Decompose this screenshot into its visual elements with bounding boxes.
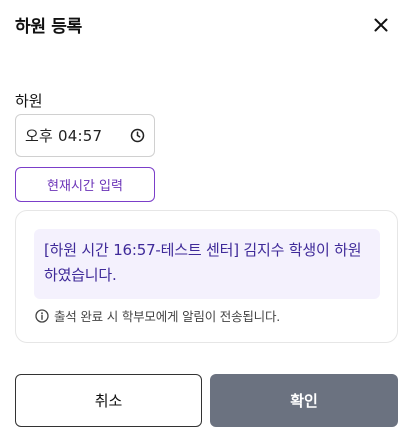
clock-icon[interactable] [129,128,145,144]
time-field-label: 하원 [15,92,43,110]
message-text: [하원 시간 16:57-테스트 센터] 김지수 학생이 하원하였습니다. [44,241,362,284]
message-preview: [하원 시간 16:57-테스트 센터] 김지수 학생이 하원하였습니다. [34,229,380,299]
info-icon [34,308,49,323]
time-input[interactable]: 오후 04:57 [15,114,155,157]
info-text: 출석 완료 시 학부모에게 알림이 전송됩니다. [54,309,281,324]
notice-card: [하원 시간 16:57-테스트 센터] 김지수 학생이 하원하였습니다. 출석… [15,210,398,343]
close-icon [374,18,388,32]
confirm-button[interactable]: 확인 [210,374,398,427]
time-value: 오후 04:57 [25,127,103,145]
close-button[interactable] [370,14,392,36]
cancel-button[interactable]: 취소 [15,374,202,427]
info-row: 출석 완료 시 학부모에게 알림이 전송됩니다. [34,306,280,325]
current-time-button[interactable]: 현재시간 입력 [15,167,155,202]
dialog-title: 하원 등록 [15,17,82,37]
